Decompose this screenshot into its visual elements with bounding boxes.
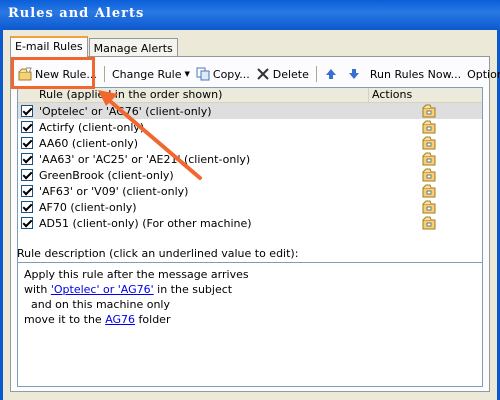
move-down-icon — [348, 69, 359, 79]
rule-enabled-checkbox[interactable] — [21, 121, 33, 133]
change-rule-label: Change Rule — [111, 67, 182, 81]
tab-strip: E-mail Rules Manage Alerts — [10, 36, 179, 57]
change-rule-button[interactable]: Change Rule ▼ — [109, 64, 193, 84]
run-rules-now-button[interactable]: Run Rules Now... — [367, 64, 464, 84]
rule-row[interactable]: AF70 (client-only) — [18, 199, 482, 215]
rule-row[interactable]: AA60 (client-only) — [18, 135, 482, 151]
rule-name: GreenBrook (client-only) — [39, 168, 174, 182]
rule-enabled-checkbox[interactable] — [21, 217, 33, 229]
move-down-button[interactable] — [344, 64, 367, 84]
rule-enabled-checkbox[interactable] — [21, 185, 33, 197]
rule-name: AD51 (client-only) (For other machine) — [39, 216, 252, 230]
move-up-icon — [325, 69, 336, 79]
rule-enabled-checkbox[interactable] — [21, 153, 33, 165]
rules-list-header: Rule (applied in the order shown) Action… — [18, 88, 482, 103]
options-button[interactable]: Options — [464, 64, 500, 84]
description-line: with 'Optelec' or 'AG76' in the subject — [24, 282, 476, 297]
rule-row[interactable]: 'AF63' or 'V09' (client-only) — [18, 183, 482, 199]
rule-name: 'Optelec' or 'AG76' (client-only) — [39, 104, 212, 118]
rule-name: 'AA63' or 'AC25' or 'AE21' (client-only) — [39, 152, 251, 166]
copy-icon — [196, 67, 210, 81]
move-up-button[interactable] — [321, 64, 344, 84]
tab-email-rules[interactable]: E-mail Rules — [10, 36, 88, 57]
header-rule[interactable]: Rule (applied in the order shown) — [36, 88, 369, 102]
window-frame-left — [0, 30, 3, 400]
description-line: and on this machine only — [24, 298, 170, 311]
copy-button[interactable]: Copy... — [193, 64, 253, 84]
description-text: in the subject — [153, 283, 233, 296]
description-line: move it to the AG76 folder — [24, 312, 476, 327]
subject-words-link[interactable]: 'Optelec' or 'AG76' — [51, 283, 154, 296]
rules-rows: 'Optelec' or 'AG76' (client-only) Actirfy… — [18, 103, 482, 231]
annotation-highlight-box — [11, 57, 95, 89]
description-text: folder — [135, 313, 171, 326]
rule-action-icon — [422, 152, 436, 166]
description-text: with — [24, 283, 51, 296]
rule-row[interactable]: Actirfy (client-only) — [18, 119, 482, 135]
rule-enabled-checkbox[interactable] — [21, 201, 33, 213]
rule-enabled-checkbox[interactable] — [21, 137, 33, 149]
rule-description-box: Apply this rule after the message arrive… — [17, 262, 483, 387]
delete-button[interactable]: Delete — [253, 64, 312, 84]
rule-action-icon — [422, 216, 436, 230]
options-label: Options — [467, 67, 500, 81]
email-rules-panel: New Rule... Change Rule ▼ Copy... Delete — [10, 56, 500, 392]
rule-action-icon — [422, 136, 436, 150]
target-folder-link[interactable]: AG76 — [105, 313, 135, 326]
rule-row[interactable]: 'AA63' or 'AC25' or 'AE21' (client-only) — [18, 151, 482, 167]
toolbar-separator — [103, 66, 105, 82]
rule-name: 'AF63' or 'V09' (client-only) — [39, 184, 189, 198]
header-actions[interactable]: Actions — [369, 88, 412, 102]
delete-label: Delete — [272, 67, 309, 81]
rule-action-icon — [422, 104, 436, 118]
rule-name: AF70 (client-only) — [39, 200, 137, 214]
rule-row[interactable]: GreenBrook (client-only) — [18, 167, 482, 183]
run-rules-now-label: Run Rules Now... — [369, 67, 462, 81]
rule-name: AA60 (client-only) — [39, 136, 139, 150]
window-title: Rules and Alerts — [0, 0, 500, 30]
rule-action-icon — [422, 184, 436, 198]
rule-action-icon — [422, 168, 436, 182]
description-line: Apply this rule after the message arrive… — [24, 268, 249, 281]
toolbar-separator — [315, 66, 317, 82]
rule-row[interactable]: AD51 (client-only) (For other machine) — [18, 215, 482, 231]
header-check-column — [18, 88, 36, 102]
rule-enabled-checkbox[interactable] — [21, 105, 33, 117]
copy-label: Copy... — [212, 67, 250, 81]
description-text: move it to the — [24, 313, 106, 326]
rule-row[interactable]: 'Optelec' or 'AG76' (client-only) — [18, 103, 482, 119]
chevron-down-icon: ▼ — [184, 70, 190, 78]
rule-name: Actirfy (client-only) — [39, 120, 145, 134]
rule-action-icon — [422, 120, 436, 134]
rule-action-icon — [422, 200, 436, 214]
delete-icon — [257, 68, 269, 80]
rule-enabled-checkbox[interactable] — [21, 169, 33, 181]
rule-description-label: Rule description (click an underlined va… — [17, 247, 299, 260]
tab-manage-alerts[interactable]: Manage Alerts — [88, 38, 178, 56]
